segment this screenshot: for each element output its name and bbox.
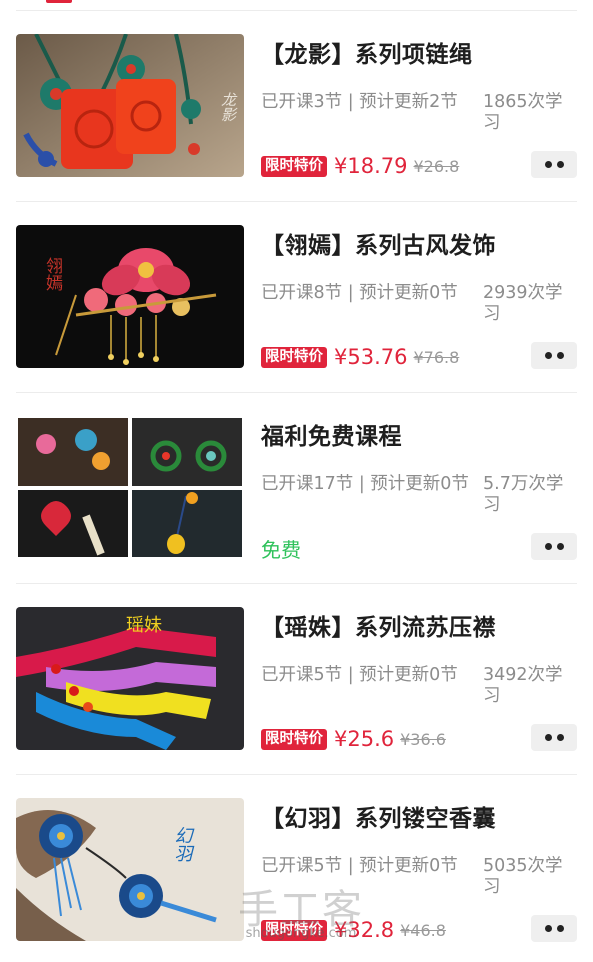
free-label: 免费 (261, 537, 301, 562)
collage-thumbnail-image (16, 416, 244, 559)
price-row: 限时特价 ¥32.8 ¥46.8 (261, 916, 446, 944)
dot-icon (556, 543, 564, 550)
view-count: 5035次学习 (483, 856, 563, 897)
price-row: 限时特价 ¥18.79 ¥26.8 (261, 152, 459, 180)
course-list: 龙影 【龙影】系列项链绳 已开课3节 | 预计更新2节 1865次学习 限时特价… (0, 11, 593, 962)
thumbnail-caption: 瑶妹 (126, 615, 162, 636)
necklace-thumbnail-image: 龙影 (16, 34, 244, 177)
course-title[interactable]: 【龙影】系列项链绳 (261, 35, 581, 69)
sale-badge: 限时特价 (261, 155, 327, 177)
dot-icon (544, 161, 552, 168)
original-price: ¥36.6 (400, 729, 446, 749)
course-thumbnail[interactable]: 幻羽 (16, 798, 244, 941)
dot-icon (544, 352, 552, 359)
course-card-yaoshu[interactable]: 瑶妹 【瑶姝】系列流苏压襟 已开课5节 | 预计更新0节 3492次学习 限时特… (16, 584, 577, 775)
lesson-count: 已开课8节 | 预计更新0节 (261, 283, 458, 303)
view-count: 1865次学习 (483, 92, 563, 133)
more-options-button[interactable] (531, 724, 577, 751)
thumbnail-caption: 龙影 (219, 92, 238, 122)
course-thumbnail[interactable]: 翎嫣 (16, 225, 244, 368)
lesson-count: 已开课3节 | 预计更新2节 (261, 92, 458, 112)
dot-icon (556, 352, 564, 359)
original-price: ¥76.8 (413, 347, 460, 367)
dot-icon (544, 734, 552, 741)
sachet-thumbnail-image: 幻羽 (16, 798, 244, 941)
course-card-longying[interactable]: 龙影 【龙影】系列项链绳 已开课3节 | 预计更新2节 1865次学习 限时特价… (16, 11, 577, 202)
course-title[interactable]: 福利免费课程 (261, 417, 581, 451)
lesson-count: 已开课17节 | 预计更新0节 (261, 474, 469, 494)
price-row: 免费 (261, 534, 301, 562)
original-price: ¥46.8 (400, 920, 446, 940)
sale-badge: 限时特价 (261, 728, 327, 750)
hairpiece-thumbnail-image: 翎嫣 (16, 225, 244, 368)
lesson-count: 已开课5节 | 预计更新0节 (261, 665, 458, 685)
dot-icon (556, 925, 564, 932)
course-card-lingyan[interactable]: 翎嫣 【翎嫣】系列古风发饰 已开课8节 | 预计更新0节 2939次学习 限时特… (16, 202, 577, 393)
course-title[interactable]: 【幻羽】系列镂空香囊 (261, 799, 581, 833)
course-thumbnail[interactable] (16, 416, 244, 559)
view-count: 5.7万次学习 (483, 474, 564, 515)
price-row: 限时特价 ¥25.6 ¥36.6 (261, 725, 446, 753)
dot-icon (544, 925, 552, 932)
lesson-count: 已开课5节 | 预计更新0节 (261, 856, 458, 876)
more-options-button[interactable] (531, 342, 577, 369)
original-price: ¥26.8 (413, 156, 460, 176)
more-options-button[interactable] (531, 533, 577, 560)
sale-price: ¥18.79 (334, 154, 408, 178)
dot-icon (544, 543, 552, 550)
thumbnail-caption: 翎嫣 (42, 257, 63, 291)
view-count: 2939次学习 (483, 283, 563, 324)
course-meta: 已开课5节 | 预计更新0节 3492次学习 (261, 665, 573, 709)
course-title[interactable]: 【翎嫣】系列古风发饰 (261, 226, 581, 260)
sale-price: ¥53.76 (334, 345, 408, 369)
course-thumbnail[interactable]: 瑶妹 (16, 607, 244, 750)
course-card-huanyu[interactable]: 幻羽 【幻羽】系列镂空香囊 已开课5节 | 预计更新0节 5035次学习 限时特… (16, 775, 577, 962)
price-row: 限时特价 ¥53.76 ¥76.8 (261, 343, 459, 371)
dot-icon (556, 161, 564, 168)
thumbnail-caption: 幻羽 (172, 826, 193, 862)
sale-price: ¥25.6 (334, 727, 395, 751)
course-meta: 已开课3节 | 预计更新2节 1865次学习 (261, 92, 573, 136)
course-meta: 已开课8节 | 预计更新0节 2939次学习 (261, 283, 573, 327)
course-meta: 已开课5节 | 预计更新0节 5035次学习 (261, 856, 573, 900)
course-meta: 已开课17节 | 预计更新0节 5.7万次学习 (261, 474, 573, 518)
tassel-thumbnail-image: 瑶妹 (16, 607, 244, 750)
view-count: 3492次学习 (483, 665, 563, 706)
sale-price: ¥32.8 (334, 918, 395, 942)
course-thumbnail[interactable]: 龙影 (16, 34, 244, 177)
more-options-button[interactable] (531, 151, 577, 178)
dot-icon (556, 734, 564, 741)
active-tab-indicator (46, 0, 72, 3)
sale-badge: 限时特价 (261, 919, 327, 941)
course-card-free[interactable]: 福利免费课程 已开课17节 | 预计更新0节 5.7万次学习 免费 (16, 393, 577, 584)
sale-badge: 限时特价 (261, 346, 327, 368)
more-options-button[interactable] (531, 915, 577, 942)
course-title[interactable]: 【瑶姝】系列流苏压襟 (261, 608, 581, 642)
